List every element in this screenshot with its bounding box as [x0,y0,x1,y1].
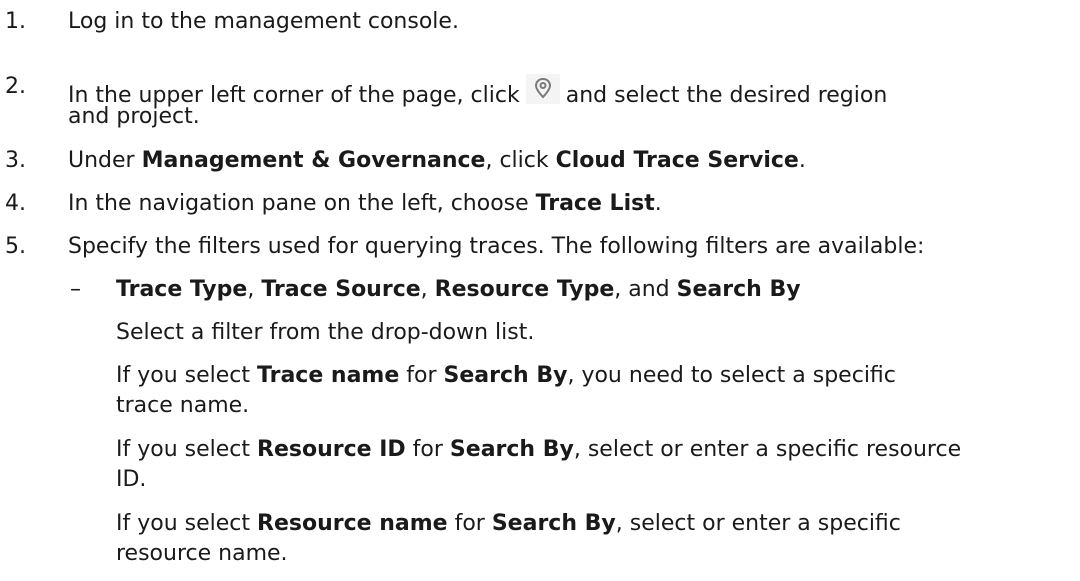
paragraph-resource-id-continued: ID. [116,467,147,492]
sub-item-title: Trace Type, Trace Source, Resource Type,… [116,277,801,302]
paragraph-resource-id: If you select Resource ID for Search By,… [116,437,962,462]
step-text: and project. [68,104,200,129]
step-text: Under Management & Governance, click Clo… [68,148,806,173]
step-text: In the navigation pane on the left, choo… [68,191,662,216]
paragraph-resource-name-continued: resource name. [116,541,288,566]
paragraph-select-filter: Select a filter from the drop-down list. [116,320,535,345]
paragraph-resource-name: If you select Resource name for Search B… [116,511,901,536]
step-text: Specify the filters used for querying tr… [68,234,925,259]
bold-term: Cloud Trace Service [555,148,799,173]
dash-bullet: – [70,277,81,302]
step-number: 4. [5,191,26,216]
step-number: 2. [5,74,26,99]
bold-term: Management & Governance [141,148,486,173]
location-pin-icon [525,74,560,104]
paragraph-trace-name-continued: trace name. [116,393,250,418]
step-number: 1. [5,9,26,34]
paragraph-trace-name: If you select Trace name for Search By, … [116,363,896,388]
step-text: Log in to the management console. [68,9,459,34]
step-number: 3. [5,148,26,173]
bold-term: Trace List [535,191,655,216]
step-number: 5. [5,234,26,259]
